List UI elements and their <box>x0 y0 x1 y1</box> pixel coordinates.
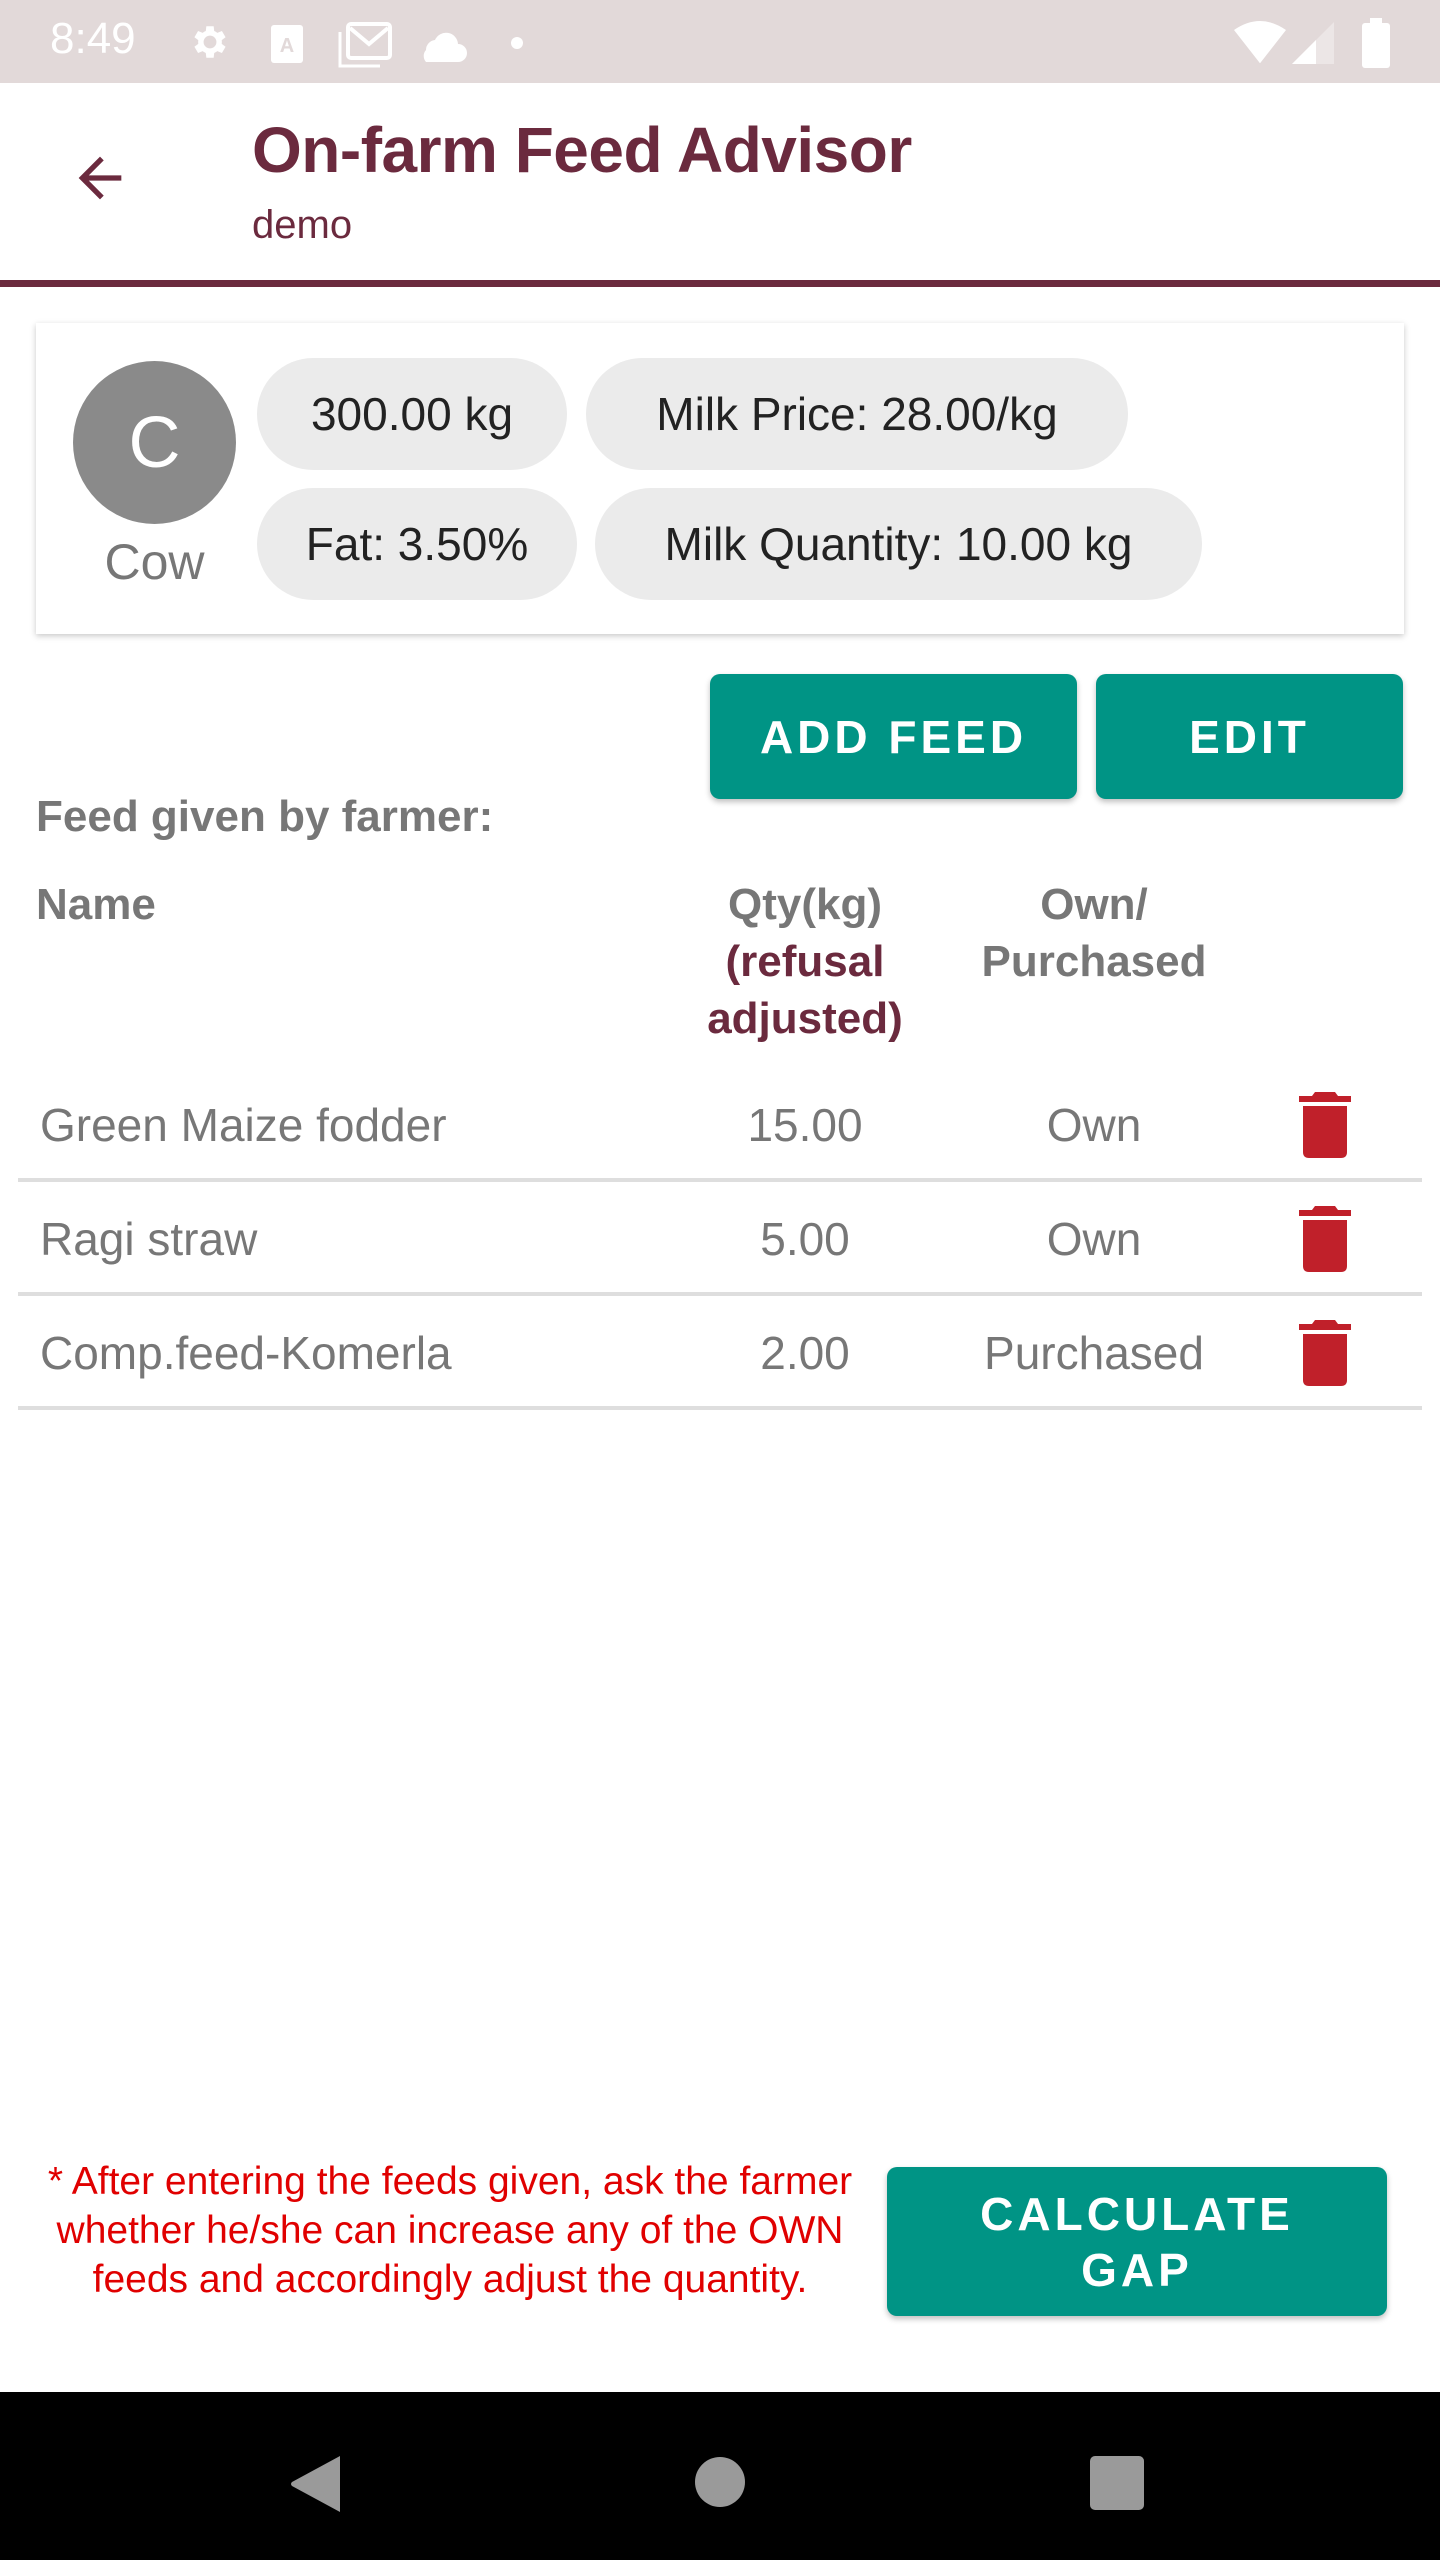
status-time: 8:49 <box>50 14 136 63</box>
calculate-gap-button-label: CALCULATE GAP <box>980 2187 1294 2296</box>
add-feed-button-label: ADD FEED <box>759 710 1028 763</box>
keyboard-a-icon: A <box>270 24 304 69</box>
signal-icon <box>1292 22 1336 71</box>
milk-price-chip-text: Milk Price: 28.00/kg <box>656 388 1058 440</box>
cloud-icon <box>418 30 468 67</box>
weight-chip-text: 300.00 kg <box>310 388 514 440</box>
weight-chip: 300.00 kg <box>257 358 567 470</box>
animal-avatar: C <box>73 361 236 524</box>
feed-qty: 2.00 <box>760 1327 850 1379</box>
trash-icon <box>1295 1206 1355 1278</box>
feed-source: Purchased <box>984 1327 1204 1379</box>
qty-header-text: Qty(kg) <box>728 880 882 929</box>
milk-price-chip: Milk Price: 28.00/kg <box>586 358 1128 470</box>
table-row[interactable]: Green Maize fodder 15.00 Own <box>18 1068 1422 1182</box>
feed-name: Ragi straw <box>40 1213 258 1265</box>
recents-square-icon <box>1090 2456 1144 2514</box>
fat-chip-text: Fat: 3.50% <box>305 518 529 570</box>
milk-quantity-chip-text: Milk Quantity: 10.00 kg <box>664 518 1133 570</box>
column-header-source: Own/ Purchased <box>981 880 1207 986</box>
fat-chip: Fat: 3.50% <box>257 488 577 600</box>
feed-qty: 15.00 <box>747 1099 863 1151</box>
header-divider <box>0 280 1440 287</box>
battery-icon <box>1362 18 1390 73</box>
trash-icon <box>1295 1092 1355 1164</box>
home-circle-icon <box>694 2457 746 2512</box>
delete-feed-button[interactable] <box>1295 1204 1355 1274</box>
delete-feed-button[interactable] <box>1295 1090 1355 1160</box>
nav-recents-button[interactable] <box>1090 2456 1144 2515</box>
wifi-icon <box>1232 18 1288 69</box>
qty-header-note: (refusal adjusted) <box>707 937 903 1043</box>
page-title: On-farm Feed Advisor <box>252 114 912 186</box>
feed-name: Comp.feed-Komerla <box>40 1327 452 1379</box>
calculate-gap-button[interactable]: CALCULATE GAP <box>887 2167 1387 2316</box>
back-button[interactable] <box>60 140 140 220</box>
feed-section-label: Feed given by farmer: <box>36 792 494 841</box>
arrow-back-icon <box>68 146 132 215</box>
column-header-qty: Qty(kg) (refusal adjusted) <box>680 876 930 1047</box>
delete-feed-button[interactable] <box>1295 1318 1355 1388</box>
row-divider <box>18 1406 1422 1410</box>
animal-type-label: Cow <box>104 534 205 590</box>
milk-quantity-chip: Milk Quantity: 10.00 kg <box>595 488 1202 600</box>
feed-qty: 5.00 <box>760 1213 850 1265</box>
page-subtitle: demo <box>252 203 353 247</box>
avatar-letter: C <box>128 402 181 483</box>
edit-button[interactable]: EDIT <box>1096 674 1403 799</box>
trash-icon <box>1295 1320 1355 1392</box>
nav-back-button[interactable] <box>288 2454 344 2519</box>
gmail-icon <box>338 22 392 73</box>
system-nav-bar <box>0 2392 1440 2560</box>
gear-icon <box>188 20 232 69</box>
nav-home-button[interactable] <box>694 2456 746 2513</box>
edit-button-label: EDIT <box>1189 710 1310 763</box>
feed-source: Own <box>1046 1213 1142 1265</box>
back-triangle-icon <box>288 2456 344 2518</box>
dot-icon <box>510 36 524 55</box>
feed-name: Green Maize fodder <box>40 1099 447 1151</box>
column-header-name: Name <box>36 880 156 929</box>
feed-source: Own <box>1046 1099 1142 1151</box>
add-feed-button[interactable]: ADD FEED <box>710 674 1077 799</box>
table-row[interactable]: Comp.feed-Komerla 2.00 Purchased <box>18 1296 1422 1410</box>
instruction-note: * After entering the feeds given, ask th… <box>47 2160 853 2301</box>
table-row[interactable]: Ragi straw 5.00 Own <box>18 1182 1422 1296</box>
status-bar: 8:49 A <box>0 0 1440 83</box>
svg-text:A: A <box>280 35 294 57</box>
